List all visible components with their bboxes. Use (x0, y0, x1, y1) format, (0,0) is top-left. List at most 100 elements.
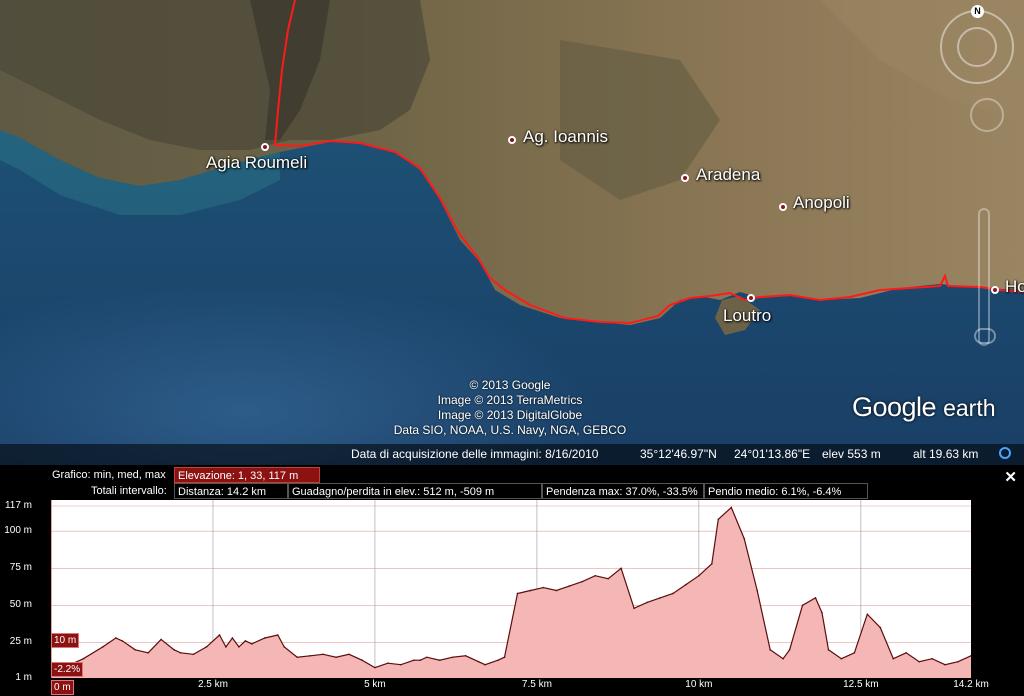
elevation-point (134, 649, 137, 651)
elevation-point (244, 640, 247, 642)
elevation-point (801, 604, 804, 607)
map-view[interactable]: Agia Roumeli Ag. Ioannis Aradena Anopoli… (0, 0, 1024, 465)
elevation-point (82, 657, 85, 660)
elevation-point (743, 537, 746, 540)
elevation-point (698, 574, 700, 577)
elevation-point (659, 597, 661, 599)
ag-ioannis-pin[interactable] (508, 136, 516, 144)
cursor-slope-tag: -2.2% (51, 662, 84, 677)
x-tick-label: 5 km (364, 679, 386, 690)
elevation-point (451, 656, 454, 659)
cursor-distance-tag: 0 m (51, 680, 74, 695)
north-icon[interactable]: N (971, 5, 984, 18)
elevation-point (322, 653, 324, 656)
elevation-point (918, 660, 920, 663)
y-tick-label: 117 m (4, 500, 32, 511)
latitude-readout: 35°12'46.97"N (640, 447, 717, 461)
elevation-point (283, 646, 286, 648)
elevation-point (827, 649, 830, 651)
totals-label: Totali intervallo: (91, 485, 167, 497)
y-tick-label: 1 m (15, 672, 32, 683)
elevation-point (620, 567, 622, 570)
imagery-date: Data di acquisizione delle immagini: 8/1… (351, 447, 599, 461)
elevation-point (840, 657, 843, 660)
move-joystick[interactable] (970, 98, 1004, 132)
elevation-point (821, 611, 823, 614)
elevation-point (788, 649, 791, 651)
elevation-point (866, 613, 869, 616)
elevation-point (296, 656, 298, 659)
y-tick-label: 100 m (4, 525, 32, 537)
zoom-slider-knob[interactable] (974, 328, 996, 344)
agia-roumeli-label[interactable]: Agia Roumeli (206, 153, 307, 173)
elevation-point (413, 659, 415, 662)
hora-label[interactable]: Ho (1005, 277, 1024, 297)
y-tick-label: 75 m (9, 562, 32, 574)
aradena-pin[interactable] (681, 174, 689, 182)
elevation-point (102, 646, 104, 648)
elevation-point (477, 660, 480, 663)
elevation-point (438, 659, 441, 662)
elevation-point (251, 643, 253, 645)
elevation-point (957, 660, 959, 663)
max-slope: Pendenza max: 37.0%, -33.5% (542, 483, 704, 499)
close-profile-button[interactable]: ✕ (1004, 468, 1017, 486)
elevation-point (711, 563, 713, 565)
elevation-point (276, 634, 279, 636)
logo-brand: Google (852, 392, 937, 422)
elevation-point (264, 637, 266, 639)
elevation-point (542, 586, 545, 589)
elevation-point (497, 659, 499, 662)
x-tick-label: 10 km (685, 679, 713, 690)
elevation-point (114, 637, 117, 639)
elevation-point (568, 585, 571, 587)
loutro-pin[interactable] (747, 294, 755, 302)
elevation-point (944, 663, 946, 666)
credit-line: © 2013 Google (469, 378, 551, 392)
loutro-label[interactable]: Loutro (723, 306, 771, 326)
elevation-point (147, 651, 149, 654)
look-joystick[interactable] (957, 27, 997, 67)
elevation-summary: Elevazione: 1, 33, 117 m (174, 467, 320, 483)
elevation-chart[interactable] (51, 500, 971, 678)
y-tick-label: 25 m (9, 636, 32, 648)
elevation-point (646, 601, 648, 604)
x-tick-label: 7.5 km (521, 679, 552, 690)
anopoli-label[interactable]: Anopoli (793, 193, 850, 213)
ag-ioannis-label[interactable]: Ag. Ioannis (523, 127, 608, 147)
logo-product: earth (943, 395, 996, 421)
y-tick-label: 50 m (9, 599, 32, 611)
elevation-point (400, 663, 402, 666)
credit-line: Image © 2013 TerraMetrics (437, 393, 583, 407)
anopoli-pin[interactable] (779, 203, 787, 211)
elevation-point (335, 656, 337, 659)
elevation-point (756, 589, 758, 592)
elevation-point (425, 656, 428, 659)
aradena-label[interactable]: Aradena (696, 165, 760, 185)
compass-control[interactable]: N (940, 5, 1014, 84)
x-tick-label: 14.2 km (953, 679, 989, 690)
elevation-point (484, 663, 486, 666)
elevation-point (853, 651, 856, 654)
elevation-point (225, 646, 227, 648)
elevation-point (374, 666, 376, 669)
hora-pin[interactable] (991, 286, 999, 294)
zoom-slider[interactable] (978, 208, 990, 346)
elevation-point (516, 592, 519, 595)
elevation-point (581, 580, 584, 583)
elevation-point (309, 654, 311, 657)
elevation-point (173, 649, 175, 651)
agia-roumeli-pin[interactable] (261, 143, 269, 151)
elevation-point (464, 654, 467, 657)
distance-total: Distanza: 14.2 km (174, 483, 288, 499)
elevation-readout: elev 553 m (822, 447, 881, 461)
altitude-readout: alt 19.63 km (913, 447, 979, 461)
average-slope: Pendio medio: 6.1%, -6.4% (704, 483, 868, 499)
elevation-point (879, 626, 882, 629)
elevation-point (905, 651, 908, 654)
elevation-point (348, 653, 350, 656)
elevation-point (594, 574, 597, 577)
elevation-point (205, 646, 208, 648)
elevation-point (179, 651, 182, 654)
elevation-point (931, 657, 933, 660)
